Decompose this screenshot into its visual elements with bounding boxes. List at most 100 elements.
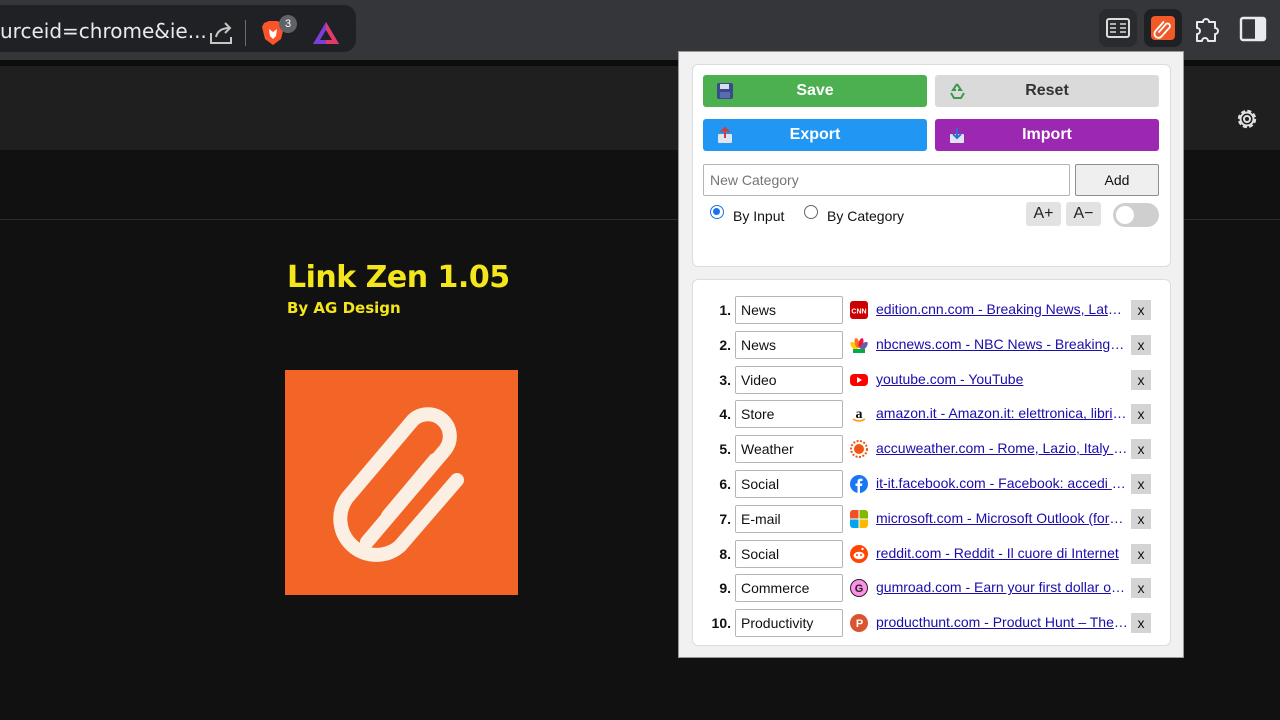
toggle-knob xyxy=(1116,206,1134,224)
save-button-label: Save xyxy=(796,82,834,99)
reset-button-label: Reset xyxy=(1025,82,1069,99)
producthunt-icon: P xyxy=(850,614,868,633)
link-row-number: 5. xyxy=(719,441,731,458)
link-row: 5. accuweather.com - Rome, Lazio, Italy W… xyxy=(693,434,1172,464)
new-category-input[interactable] xyxy=(703,164,1070,196)
theme-toggle[interactable] xyxy=(1113,203,1159,227)
link-row-number: 6. xyxy=(719,476,731,492)
brave-shields-badge: 3 xyxy=(279,15,297,33)
link-row-category-input[interactable] xyxy=(735,574,843,603)
link-zen-popup: Save Reset Export Import Add By Input By… xyxy=(678,51,1184,658)
link-row: 3. youtube.com - YouTubex xyxy=(693,365,1172,395)
link-row-number: 2. xyxy=(719,336,731,353)
import-button-label: Import xyxy=(1022,126,1072,143)
link-row-category-input[interactable] xyxy=(735,539,843,568)
gumroad-icon: G xyxy=(850,579,868,598)
side-panel-icon[interactable] xyxy=(1238,14,1268,44)
link-row-category-input[interactable] xyxy=(735,330,843,359)
link-row-category-input[interactable] xyxy=(735,609,843,638)
link-row-number: 8. xyxy=(719,545,731,562)
export-tray-icon xyxy=(718,126,732,143)
link-row: 10. Pproducthunt.com - Product Hunt – The… xyxy=(693,608,1172,638)
address-bar[interactable]: urceid=chrome&ie... 3 xyxy=(0,5,356,52)
link-row-link[interactable]: it-it.facebook.com - Facebook: accedi o … xyxy=(876,475,1128,491)
remove-link-button[interactable]: x xyxy=(1131,404,1151,425)
reader-mode-button[interactable] xyxy=(1099,9,1137,47)
save-button[interactable]: Save xyxy=(703,75,927,107)
link-row: 4. a amazon.it - Amazon.it: elettronica, l… xyxy=(693,399,1172,429)
app-subtitle: By AG Design xyxy=(287,299,401,317)
links-panel: 1. CNN edition.cnn.com - Breaking News, La… xyxy=(692,279,1171,646)
link-row-link[interactable]: reddit.com - Reddit - Il cuore di Intern… xyxy=(876,545,1128,561)
sort-by-category-radio[interactable] xyxy=(804,205,818,219)
remove-link-button[interactable]: x xyxy=(1131,439,1151,460)
link-row-link[interactable]: microsoft.com - Microsoft Outlook (forme… xyxy=(876,510,1128,526)
link-row-category-input[interactable] xyxy=(735,504,843,533)
facebook-icon xyxy=(850,475,868,493)
brave-rewards-icon[interactable] xyxy=(311,20,341,46)
share-icon[interactable] xyxy=(207,20,235,48)
extensions-puzzle-icon[interactable] xyxy=(1190,12,1224,46)
link-row-link[interactable]: amazon.it - Amazon.it: elettronica, libr… xyxy=(876,405,1128,421)
url-text: urceid=chrome&ie... xyxy=(0,19,207,43)
link-row: 7. microsoft.com - Microsoft Outlook (for… xyxy=(693,504,1172,534)
font-increase-button[interactable]: A+ xyxy=(1026,202,1061,226)
link-row-link[interactable]: edition.cnn.com - Breaking News, Latest … xyxy=(876,301,1128,317)
link-row-link[interactable]: accuweather.com - Rome, Lazio, Italy Wea… xyxy=(876,440,1128,456)
link-row-link[interactable]: youtube.com - YouTube xyxy=(876,371,1128,387)
link-zen-extension-button[interactable] xyxy=(1144,9,1182,47)
link-zen-logo xyxy=(285,370,518,595)
floppy-disk-icon xyxy=(717,83,733,99)
add-category-button[interactable]: Add xyxy=(1075,164,1159,196)
sort-by-input-radio[interactable] xyxy=(710,205,724,219)
export-button-label: Export xyxy=(789,126,841,143)
font-decrease-button[interactable]: A− xyxy=(1066,202,1101,226)
link-row: 6. it-it.facebook.com - Facebook: accedi … xyxy=(693,469,1172,499)
remove-link-button[interactable]: x xyxy=(1131,613,1151,634)
nbc-peacock-icon xyxy=(850,336,868,354)
link-row: 9. Ggumroad.com - Earn your first dollar … xyxy=(693,573,1172,603)
reddit-icon xyxy=(850,544,868,563)
cnn-icon: CNN xyxy=(850,301,868,319)
import-tray-icon xyxy=(950,128,964,143)
svg-text:G: G xyxy=(855,583,864,595)
import-button[interactable]: Import xyxy=(935,119,1159,151)
accuweather-sun-icon xyxy=(850,440,868,459)
link-row-category-input[interactable] xyxy=(735,470,843,498)
amazon-icon: a xyxy=(850,405,868,424)
link-row-number: 4. xyxy=(719,406,731,423)
link-row-number: 9. xyxy=(719,580,731,597)
link-row-number: 1. xyxy=(719,302,731,318)
link-row-category-input[interactable] xyxy=(735,365,843,394)
app-title: Link Zen 1.05 xyxy=(287,260,510,295)
sort-by-category-label: By Category xyxy=(827,208,905,224)
reset-button[interactable]: Reset xyxy=(935,75,1159,107)
microsoft-icon xyxy=(850,509,868,528)
svg-text:a: a xyxy=(856,407,863,422)
link-row-category-input[interactable] xyxy=(735,435,843,464)
remove-link-button[interactable]: x xyxy=(1131,369,1151,390)
paperclip-icon xyxy=(333,407,464,562)
link-row-link[interactable]: gumroad.com - Earn your first dollar onl… xyxy=(876,579,1128,595)
remove-link-button[interactable]: x xyxy=(1131,300,1151,320)
link-row-category-input[interactable] xyxy=(735,296,843,324)
link-row-number: 10. xyxy=(711,615,731,632)
link-row-link[interactable]: producthunt.com - Product Hunt – The bes… xyxy=(876,614,1128,630)
svg-text:CNN: CNN xyxy=(851,309,866,316)
omnibox-divider xyxy=(245,20,246,46)
remove-link-button[interactable]: x xyxy=(1131,508,1151,529)
link-row-link[interactable]: nbcnews.com - NBC News - Breaking News &… xyxy=(876,336,1128,352)
remove-link-button[interactable]: x xyxy=(1131,578,1151,599)
link-zen-extension-icon xyxy=(1151,16,1175,40)
svg-text:P: P xyxy=(856,618,863,630)
link-row: 1. CNN edition.cnn.com - Breaking News, La… xyxy=(693,295,1172,325)
link-row-category-input[interactable] xyxy=(735,400,843,429)
youtube-icon xyxy=(850,371,868,389)
export-button[interactable]: Export xyxy=(703,119,927,151)
recycle-icon xyxy=(950,83,965,99)
remove-link-button[interactable]: x xyxy=(1131,543,1151,564)
remove-link-button[interactable]: x xyxy=(1131,474,1151,494)
sort-by-input-label: By Input xyxy=(733,208,785,224)
remove-link-button[interactable]: x xyxy=(1131,334,1151,355)
settings-gear-icon[interactable] xyxy=(1232,104,1262,134)
